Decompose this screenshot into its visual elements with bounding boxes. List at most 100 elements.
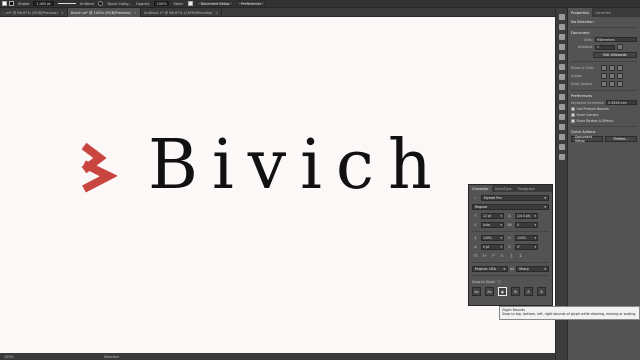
tab-properties[interactable]: Properties [568, 8, 593, 17]
close-icon[interactable]: ✕ [61, 11, 64, 15]
stroke-swatch[interactable] [9, 1, 14, 6]
vertical-scale-value: 100% [483, 236, 492, 240]
lock-guides-icon[interactable] [617, 73, 623, 79]
tracking-field[interactable]: 0 ▾ [515, 222, 538, 228]
font-style-select[interactable]: Regular ▾ [472, 204, 549, 210]
chevron-down-icon: ▾ [500, 214, 502, 218]
pixel-grid-icon[interactable] [617, 65, 623, 71]
artboard-options-icon[interactable] [617, 44, 623, 50]
appearance-icon[interactable] [558, 84, 565, 90]
pathfinder-icon[interactable] [558, 144, 565, 150]
font-family-select[interactable]: Myriad Pro ▾ [481, 195, 549, 201]
checkbox-icon [571, 107, 575, 111]
subscript-icon[interactable]: T₁ [499, 253, 506, 259]
snap-grid-icon[interactable] [609, 81, 615, 87]
ruler-icon[interactable] [601, 65, 607, 71]
swatches-icon[interactable] [558, 44, 565, 50]
gradient-icon[interactable] [558, 114, 565, 120]
anti-alias-select[interactable]: Sharp ▾ [516, 266, 549, 272]
style-swatch[interactable] [187, 1, 193, 6]
small-caps-icon[interactable]: Tᴛ [481, 253, 488, 259]
chevron-down-icon: ▾ [534, 245, 536, 249]
tab-libraries[interactable]: Libraries [592, 8, 614, 17]
brush-name[interactable]: Touch Callig... [107, 2, 132, 6]
current-tool[interactable]: Selection [104, 355, 120, 359]
font-size-field[interactable]: 12 pt ▾ [481, 213, 504, 219]
graphic-styles-icon[interactable] [558, 74, 565, 80]
anti-alias-value: Sharp [519, 267, 529, 271]
guides-icon[interactable] [601, 73, 607, 79]
control-bar: Stroke 1.452 pt Uniform Touch Callig... … [0, 0, 640, 8]
snap-point-icon[interactable] [601, 81, 607, 87]
wordmark-text[interactable]: Bivich [148, 126, 446, 206]
smart-guides-icon[interactable] [609, 73, 615, 79]
symbols-icon[interactable] [558, 64, 565, 70]
kerning-field[interactable]: Auto ▾ [481, 222, 504, 228]
all-caps-icon[interactable]: TT [472, 253, 479, 259]
x-height-snap-icon[interactable]: Ax [485, 287, 494, 296]
vertical-scale-field[interactable]: 100% ▾ [481, 235, 504, 241]
strikethrough-icon[interactable]: T̶ [517, 253, 524, 259]
leading-field[interactable]: (14.4 pt) ▾ [515, 213, 538, 219]
brush-dot-icon[interactable] [98, 1, 104, 6]
keyboard-increment-field[interactable]: 0.3528 mm [606, 100, 637, 105]
opacity-label[interactable]: Opacity [136, 2, 150, 6]
divider [571, 27, 637, 28]
tab-paragraph[interactable]: Paragraph [515, 185, 538, 192]
layers-icon[interactable] [558, 24, 565, 30]
brushes-icon[interactable] [558, 54, 565, 60]
angular-guides-icon[interactable]: A [524, 287, 533, 296]
artboard-select[interactable]: 1 [595, 44, 615, 50]
anchor-point-snap-icon[interactable]: A [537, 287, 546, 296]
quick-actions-heading: Quick Actions [571, 130, 596, 134]
leading-value: (14.4 pt) [517, 214, 531, 218]
document-tab[interactable]: ...ai* @ 66.67% (RGB/Preview) ✕ [0, 8, 68, 17]
scale-strokes-checkbox[interactable]: Scale Strokes & Effects [571, 119, 637, 123]
stroke-weight-field[interactable]: 1.452 pt [33, 1, 54, 6]
glyph-bounds-snap-icon[interactable]: ▣ [498, 287, 507, 296]
fill-swatch[interactable] [2, 1, 7, 6]
tab-character[interactable]: Character [469, 185, 492, 192]
align-icon[interactable] [558, 134, 565, 140]
units-select[interactable]: Millimeters [595, 37, 637, 42]
color-icon[interactable] [558, 124, 565, 130]
language-select[interactable]: English: USA ▾ [472, 266, 508, 272]
document-tab-active[interactable]: bivich.ai* @ 100% (RGB/Preview) ✕ [67, 8, 141, 17]
search-icon: ⌕ [474, 196, 477, 200]
stroke-profile-label[interactable]: Uniform [80, 2, 94, 6]
baseline-shift-icon: A [474, 245, 477, 249]
stroke-icon[interactable] [558, 104, 565, 110]
grid-icon[interactable] [609, 65, 615, 71]
document-setup-button[interactable]: Document Setup [196, 0, 234, 7]
opacity-field[interactable]: 100% [153, 1, 170, 6]
baseline-snap-icon[interactable]: Ax [472, 287, 481, 296]
zoom-level[interactable]: 100% [4, 355, 14, 359]
info-icon[interactable]: ⓘ [497, 279, 500, 284]
document-tab-bar: ...ai* @ 66.67% (RGB/Preview) ✕ bivich.ai… [0, 8, 555, 17]
close-icon[interactable]: ✕ [215, 11, 218, 15]
tab-opentype[interactable]: OpenType [492, 185, 515, 192]
document-setup-quick-button[interactable]: Document Setup [571, 135, 603, 143]
bivich-logo-icon[interactable] [81, 142, 117, 196]
baseline-shift-field[interactable]: 0 pt ▾ [481, 244, 504, 250]
preferences-button[interactable]: Preferences [237, 0, 266, 7]
properties-icon[interactable] [558, 14, 565, 20]
scale-corners-checkbox[interactable]: Scale Corners [571, 113, 637, 117]
proximity-guides-icon[interactable]: ⊞ [511, 287, 520, 296]
use-preview-bounds-checkbox[interactable]: Use Preview Bounds [571, 107, 637, 111]
stroke-profile-preview[interactable] [57, 2, 76, 5]
transparency-icon[interactable] [558, 94, 565, 100]
close-icon[interactable]: ✕ [134, 11, 137, 15]
libraries-icon[interactable] [558, 34, 565, 40]
rotation-field[interactable]: 0° ▾ [515, 244, 538, 250]
edit-artboards-button[interactable]: Edit Artboards [593, 52, 637, 58]
checkbox-label: Scale Strokes & Effects [576, 119, 614, 123]
checkbox-label: Scale Corners [576, 113, 599, 117]
preferences-quick-button[interactable]: Prefere... [605, 136, 637, 142]
document-tab[interactable]: Untitled-1* @ 66.67% (CMYK/Preview) ✕ [141, 8, 223, 17]
character-icon[interactable] [558, 154, 565, 160]
superscript-icon[interactable]: T¹ [490, 253, 497, 259]
underline-icon[interactable]: T̲ [508, 253, 515, 259]
horizontal-scale-field[interactable]: 100% ▾ [515, 235, 538, 241]
snap-pixel-icon[interactable] [617, 81, 623, 87]
